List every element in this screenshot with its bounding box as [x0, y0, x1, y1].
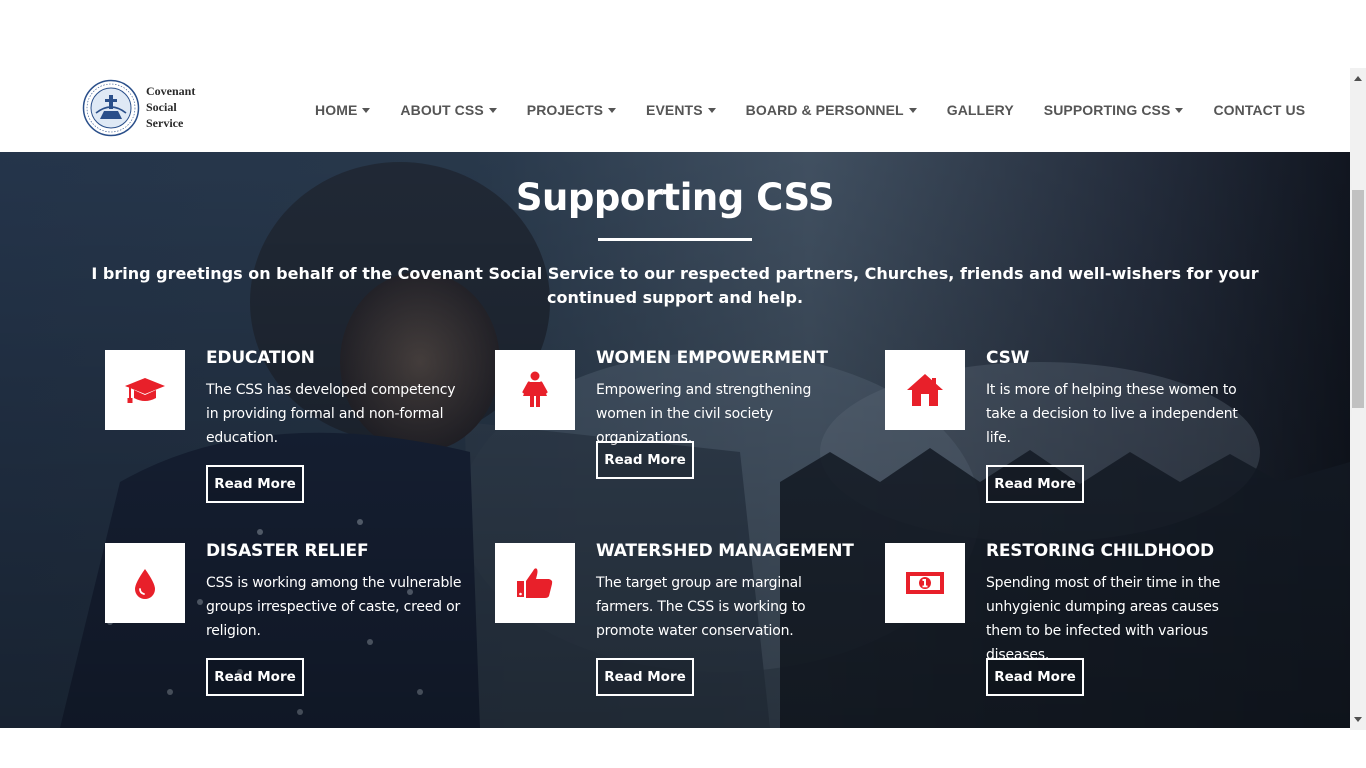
nav-label: GALLERY: [946, 102, 1014, 118]
feature-icon-box: [885, 543, 965, 623]
feature-description: Empowering and strengthening women in th…: [596, 382, 812, 446]
feature-icon-box: [495, 350, 575, 430]
nav-item-gallery[interactable]: GALLERY: [947, 102, 1014, 118]
feature-title: WOMEN EMPOWERMENT: [596, 348, 828, 368]
female-icon: [522, 371, 548, 407]
nav-label: EVENTS: [646, 102, 703, 118]
scrollbar-thumb[interactable]: [1352, 190, 1364, 408]
feature-icon-box: [105, 543, 185, 623]
feature-description: The CSS has developed competency in prov…: [206, 382, 456, 446]
feature-education: EDUCATION The CSS has developed competen…: [105, 348, 485, 510]
nav-label: SUPPORTING CSS: [1043, 102, 1171, 118]
home-icon: [907, 374, 943, 406]
scroll-down-arrow-icon[interactable]: [1354, 717, 1362, 722]
nav-label: ABOUT CSS: [400, 102, 484, 118]
logo-seal-icon: [82, 79, 140, 137]
nav-item-about-css[interactable]: ABOUT CSS: [400, 102, 497, 118]
feature-icon-box: [495, 543, 575, 623]
nav-item-home[interactable]: HOME: [315, 102, 371, 118]
logo-line-3: Service: [146, 116, 184, 130]
page-scrollbar[interactable]: [1350, 68, 1366, 730]
feature-women-empowerment: WOMEN EMPOWERMENT Empowering and strengt…: [495, 348, 875, 510]
nav-item-events[interactable]: EVENTS: [646, 102, 716, 118]
caret-down-icon: [908, 107, 917, 113]
feature-csw: CSW It is more of helping these women to…: [885, 348, 1265, 510]
title-underline: [598, 238, 752, 241]
site-logo[interactable]: Covenant Social Service: [80, 77, 210, 139]
nav-item-board-personnel[interactable]: BOARD & PERSONNEL: [746, 102, 917, 118]
read-more-button[interactable]: Read More: [986, 465, 1084, 503]
read-more-button[interactable]: Read More: [986, 658, 1084, 696]
main-nav: HOME ABOUT CSS PROJECTS EVENTS BOARD & P…: [300, 102, 1305, 118]
feature-description: CSS is working among the vulnerable grou…: [206, 575, 462, 639]
nav-label: PROJECTS: [526, 102, 604, 118]
nav-label: CONTACT US: [1213, 102, 1306, 118]
logo-line-2: Social: [146, 100, 177, 114]
caret-down-icon: [608, 107, 617, 113]
caret-down-icon: [1175, 107, 1184, 113]
feature-icon-box: [105, 350, 185, 430]
feature-description: Spending most of their time in the unhyg…: [986, 575, 1221, 663]
nav-item-supporting-css[interactable]: SUPPORTING CSS: [1044, 102, 1184, 118]
feature-title: RESTORING CHILDHOOD: [986, 541, 1214, 561]
nav-item-projects[interactable]: PROJECTS: [526, 102, 617, 118]
feature-watershed-management: WATERSHED MANAGEMENT The target group ar…: [495, 541, 875, 703]
hero-section: Supporting CSS I bring greetings on beha…: [0, 152, 1350, 728]
nav-label: HOME: [315, 102, 358, 118]
read-more-button[interactable]: Read More: [206, 658, 304, 696]
feature-title: EDUCATION: [206, 348, 315, 368]
caret-down-icon: [707, 107, 716, 113]
site-header: Covenant Social Service HOME ABOUT CSS P…: [0, 68, 1350, 152]
logo-text: Covenant Social Service: [146, 83, 195, 131]
nav-label: BOARD & PERSONNEL: [745, 102, 904, 118]
graduation-cap-icon: [125, 378, 165, 403]
read-more-button[interactable]: Read More: [596, 441, 694, 479]
nav-item-contact-us[interactable]: CONTACT US: [1213, 102, 1305, 118]
blood-drop-icon: [135, 569, 155, 599]
feature-description: It is more of helping these women to tak…: [986, 382, 1238, 446]
feature-title: DISASTER RELIEF: [206, 541, 369, 561]
feature-title: WATERSHED MANAGEMENT: [596, 541, 854, 561]
logo-line-1: Covenant: [146, 84, 196, 98]
read-more-button[interactable]: Read More: [596, 658, 694, 696]
scroll-up-arrow-icon[interactable]: [1354, 76, 1362, 81]
read-more-button[interactable]: Read More: [206, 465, 304, 503]
thumbs-up-icon: [517, 568, 553, 598]
hero-title: Supporting CSS: [515, 176, 835, 219]
money-icon: [906, 572, 944, 594]
feature-title: CSW: [986, 348, 1030, 368]
caret-down-icon: [488, 107, 497, 113]
feature-disaster-relief: DISASTER RELIEF CSS is working among the…: [105, 541, 485, 703]
feature-restoring-childhood: RESTORING CHILDHOOD Spending most of the…: [885, 541, 1265, 703]
feature-description: The target group are marginal farmers. T…: [596, 575, 806, 639]
feature-icon-box: [885, 350, 965, 430]
hero-intro-text: I bring greetings on behalf of the Coven…: [91, 264, 1259, 307]
caret-down-icon: [362, 107, 371, 113]
